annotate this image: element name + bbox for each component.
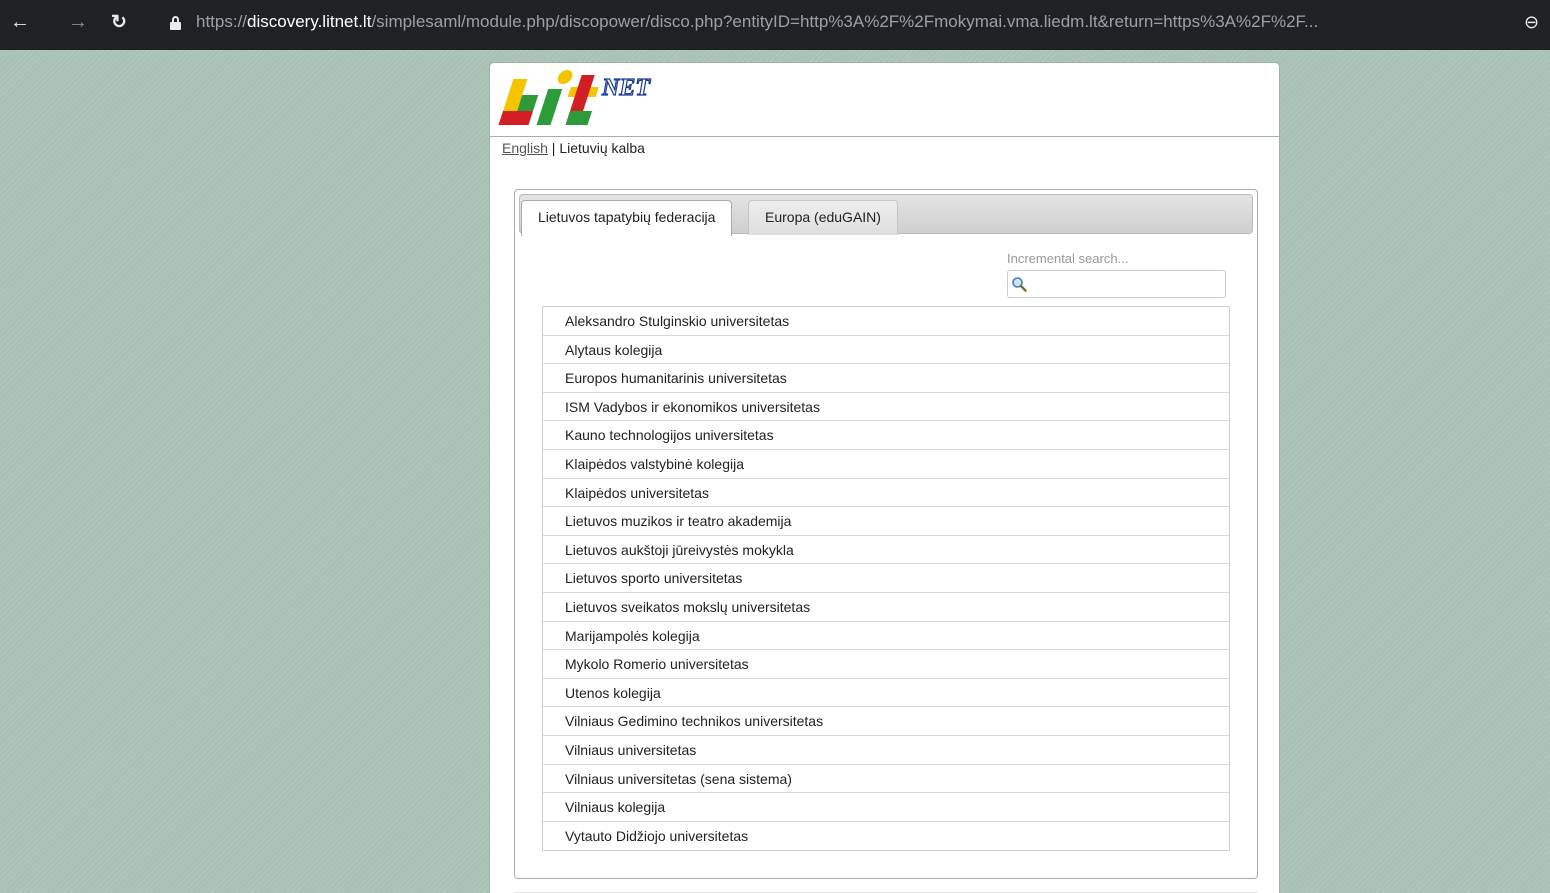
list-item[interactable]: Mykolo Romerio universitetas: [543, 650, 1229, 679]
list-item[interactable]: Klaipėdos valstybinė kolegija: [543, 449, 1229, 479]
list-item[interactable]: Vilniaus Gedimino technikos universiteta…: [543, 707, 1229, 736]
search-icon: [1012, 277, 1027, 292]
language-english-link[interactable]: English: [502, 140, 548, 156]
url-path: /simplesaml/module.php/discopower/disco.…: [371, 12, 1319, 31]
list-item[interactable]: Europos humanitarinis universitetas: [543, 364, 1229, 393]
lock-icon[interactable]: [170, 16, 181, 30]
list-item[interactable]: Lietuvos aukštoji jūreivystės mokykla: [543, 535, 1229, 565]
list-item[interactable]: ISM Vadybos ir ekonomikos universitetas: [543, 392, 1229, 422]
list-item[interactable]: Lietuvos muzikos ir teatro akademija: [543, 507, 1229, 536]
list-item[interactable]: Vilniaus universitetas (sena sistema): [543, 764, 1229, 794]
svg-text:NET: NET: [601, 75, 651, 101]
search-input[interactable]: [1030, 273, 1220, 295]
reload-icon[interactable]: ↻: [108, 11, 130, 33]
list-item[interactable]: Alytaus kolegija: [543, 335, 1229, 365]
language-selector: English | Lietuvių kalba: [502, 140, 645, 156]
search-hint: Incremental search...: [1007, 251, 1129, 266]
url-host: discovery.litnet.lt: [247, 12, 372, 31]
page-header: NET: [490, 63, 1279, 137]
arrow-right-icon[interactable]: →: [67, 11, 89, 33]
list-item[interactable]: Vytauto Didžiojo universitetas: [543, 821, 1229, 851]
zoom-icon[interactable]: ⊖: [1524, 12, 1539, 33]
list-item[interactable]: Vilniaus universitetas: [543, 735, 1229, 765]
list-item[interactable]: Marijampolės kolegija: [543, 621, 1229, 651]
list-item[interactable]: Lietuvos sporto universitetas: [543, 564, 1229, 593]
tab-bar: Lietuvos tapatybių federacija Europa (ed…: [519, 194, 1253, 236]
language-separator: |: [547, 140, 560, 156]
language-lithuanian: Lietuvių kalba: [559, 140, 645, 156]
list-item[interactable]: Klaipėdos universitetas: [543, 478, 1229, 508]
litnet-logo: NET: [498, 70, 652, 125]
list-item[interactable]: Utenos kolegija: [543, 678, 1229, 708]
list-item[interactable]: Kauno technologijos universitetas: [543, 421, 1229, 450]
tab-europe-edugain[interactable]: Europa (eduGAIN): [748, 200, 898, 235]
list-item[interactable]: Aleksandro Stulginskio universitetas: [543, 307, 1229, 336]
search-box[interactable]: [1007, 270, 1226, 298]
federation-panel: Lietuvos tapatybių federacija Europa (ed…: [514, 189, 1258, 879]
page-container: NET English | Lietuvių kalba Lietuvos ta…: [489, 62, 1280, 893]
url-scheme: https://: [196, 12, 248, 31]
browser-toolbar: ← → ↻ https://discovery.litnet.lt/simple…: [0, 0, 1550, 50]
arrow-left-icon[interactable]: ←: [9, 11, 31, 33]
list-item[interactable]: Lietuvos sveikatos mokslų universitetas: [543, 592, 1229, 622]
list-item[interactable]: Vilniaus kolegija: [543, 793, 1229, 822]
institution-list: Aleksandro Stulginskio universitetas Aly…: [542, 306, 1230, 852]
tab-lithuanian-federation[interactable]: Lietuvos tapatybių federacija: [521, 200, 733, 236]
address-bar[interactable]: https://discovery.litnet.lt/simplesaml/m…: [196, 12, 1318, 32]
